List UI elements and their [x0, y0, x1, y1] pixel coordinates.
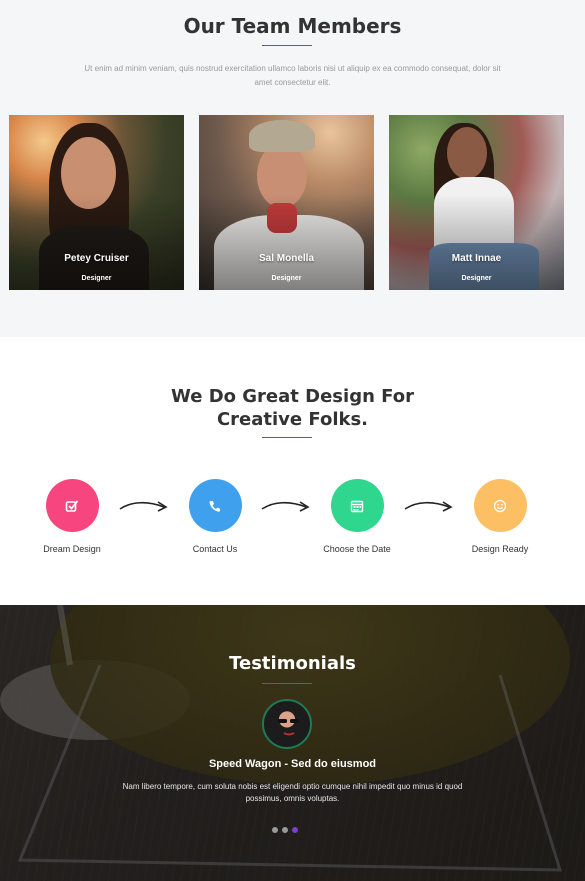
- testimonials-title: Testimonials: [229, 653, 356, 674]
- step-design-ready: Design Ready: [445, 479, 555, 554]
- smile-icon: [493, 499, 507, 512]
- carousel-dot[interactable]: [282, 827, 288, 833]
- team-title: Our Team Members: [183, 14, 402, 38]
- carousel-dot-active[interactable]: [292, 827, 298, 833]
- step-circle: [330, 479, 384, 532]
- step-circle: [473, 479, 527, 532]
- testimonial-author: Speed Wagon - Sed do eiusmod: [208, 758, 377, 770]
- member-role: Designer: [461, 275, 492, 282]
- process-section: We Do Great Design For Creative Folks. D…: [0, 337, 585, 605]
- testimonials-title-underline: [262, 683, 312, 684]
- carousel-dot[interactable]: [272, 827, 278, 833]
- calendar-icon: [350, 500, 364, 512]
- step-choose-date: Choose the Date: [302, 479, 412, 554]
- process-title: We Do Great Design For Creative Folks.: [171, 386, 414, 430]
- step-circle: [45, 479, 99, 532]
- team-card-petey[interactable]: Petey Cruiser Designer: [9, 115, 184, 290]
- process-title-underline: [262, 437, 312, 438]
- avatar: [262, 699, 312, 749]
- team-card-matt[interactable]: Matt Innae Designer: [389, 115, 564, 290]
- member-role: Designer: [81, 275, 112, 282]
- step-label: Choose the Date: [323, 544, 391, 554]
- carousel-dots: [272, 827, 298, 833]
- step-circle: [188, 479, 242, 532]
- step-label: Dream Design: [43, 544, 101, 554]
- check-square-icon: [65, 499, 79, 512]
- member-role: Designer: [271, 275, 302, 282]
- step-dream-design: Dream Design: [17, 479, 127, 554]
- member-name: Matt Innae: [451, 253, 502, 264]
- testimonials-section: Testimonials Speed Wagon - Sed do eiusmo…: [0, 605, 585, 881]
- testimonial-quote: Nam libero tempore, cum soluta nobis est…: [122, 782, 463, 803]
- phone-icon: [209, 500, 220, 512]
- member-name: Petey Cruiser: [64, 253, 129, 264]
- team-title-underline: [262, 45, 312, 46]
- team-card-sal[interactable]: Sal Monella Designer: [199, 115, 374, 290]
- step-label: Design Ready: [471, 544, 529, 554]
- team-section: Our Team Members Ut enim ad minim veniam…: [0, 0, 585, 337]
- step-contact-us: Contact Us: [160, 479, 270, 554]
- team-intro: Ut enim ad minim veniam, quis nostrud ex…: [84, 64, 501, 87]
- member-name: Sal Monella: [258, 253, 314, 264]
- step-label: Contact Us: [192, 544, 238, 554]
